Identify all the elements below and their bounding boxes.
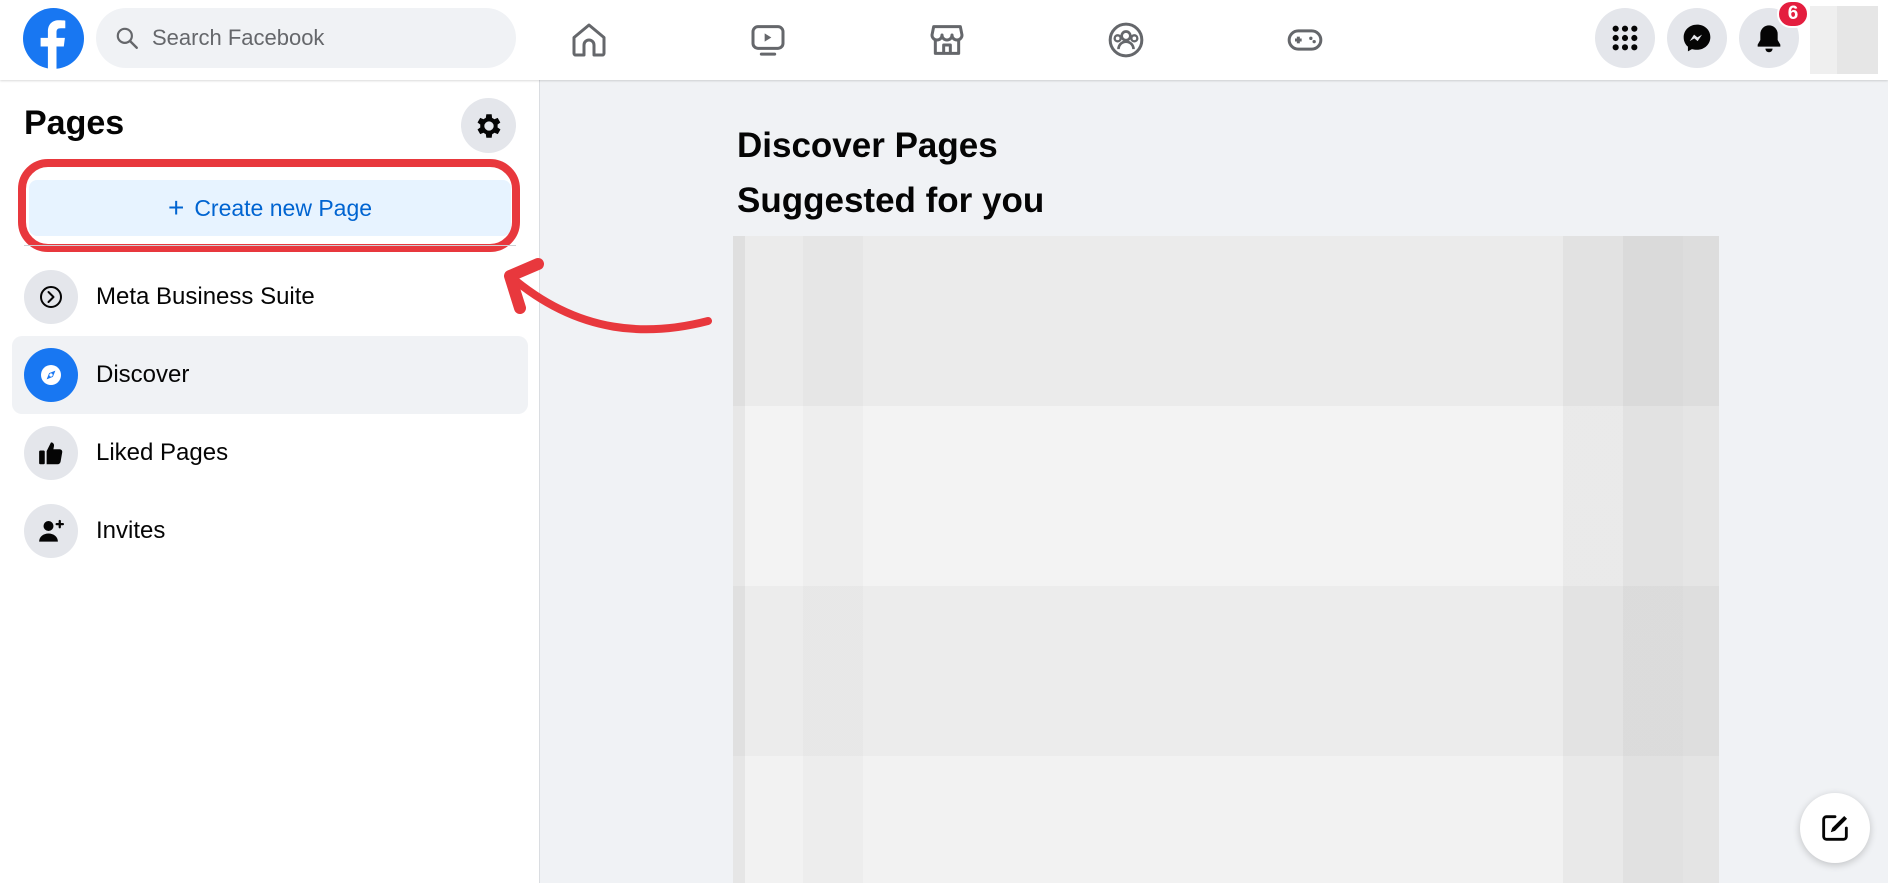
section-title: Suggested for you: [737, 181, 1045, 220]
sidebar-item-label: Discover: [96, 361, 190, 388]
search-icon: [116, 27, 138, 49]
bell-icon: [1757, 25, 1781, 53]
sidebar-item-liked-pages[interactable]: Liked Pages: [12, 414, 528, 492]
profile-avatar[interactable]: [1810, 6, 1878, 74]
page-title: Discover Pages: [737, 126, 998, 165]
search-input[interactable]: [152, 25, 492, 51]
create-new-page-button[interactable]: + Create new Page: [29, 180, 511, 236]
thumbs-up-icon: [39, 442, 63, 465]
menu-button[interactable]: [1595, 8, 1655, 68]
person-add-icon: [39, 519, 64, 542]
sidebar-item-invites[interactable]: Invites: [12, 492, 528, 570]
marketplace-icon: [930, 25, 964, 55]
sidebar-item-label: Meta Business Suite: [96, 283, 315, 310]
settings-button[interactable]: [461, 98, 516, 153]
sidebar-item-meta-business-suite[interactable]: Meta Business Suite: [12, 258, 528, 336]
nav-marketplace[interactable]: [892, 12, 1002, 68]
top-navigation-bar: 6: [0, 0, 1888, 80]
facebook-logo-icon[interactable]: [23, 8, 84, 69]
pages-sidebar: Pages + Create new Page Meta Business Su…: [0, 80, 540, 883]
new-message-button[interactable]: [1800, 793, 1870, 863]
groups-icon: [1108, 22, 1144, 58]
sidebar-divider: [24, 245, 516, 246]
sidebar-item-label: Liked Pages: [96, 439, 229, 466]
sidebar-item-label: Invites: [96, 517, 166, 544]
create-new-page-label: Create new Page: [194, 194, 373, 221]
gear-icon: [477, 113, 500, 138]
nav-gaming[interactable]: [1250, 12, 1360, 68]
messenger-button[interactable]: [1667, 8, 1727, 68]
messenger-icon: [1683, 24, 1711, 52]
notification-count-badge: 6: [1777, 0, 1809, 28]
compass-icon: [41, 365, 61, 385]
nav-home[interactable]: [534, 12, 644, 68]
plus-icon: +: [167, 192, 185, 223]
menu-grid-icon: [1612, 25, 1638, 51]
sidebar-title: Pages: [24, 104, 125, 142]
home-icon: [572, 23, 606, 57]
watch-icon: [751, 25, 785, 56]
suggested-pages-placeholder: [733, 236, 1719, 883]
sidebar-item-discover[interactable]: Discover: [12, 336, 528, 414]
meta-business-suite-icon: [40, 286, 62, 308]
nav-watch[interactable]: [713, 12, 823, 68]
search-bar[interactable]: [96, 8, 516, 68]
compose-icon: [1822, 815, 1848, 841]
nav-groups[interactable]: [1071, 12, 1181, 68]
gaming-icon: [1287, 29, 1323, 51]
